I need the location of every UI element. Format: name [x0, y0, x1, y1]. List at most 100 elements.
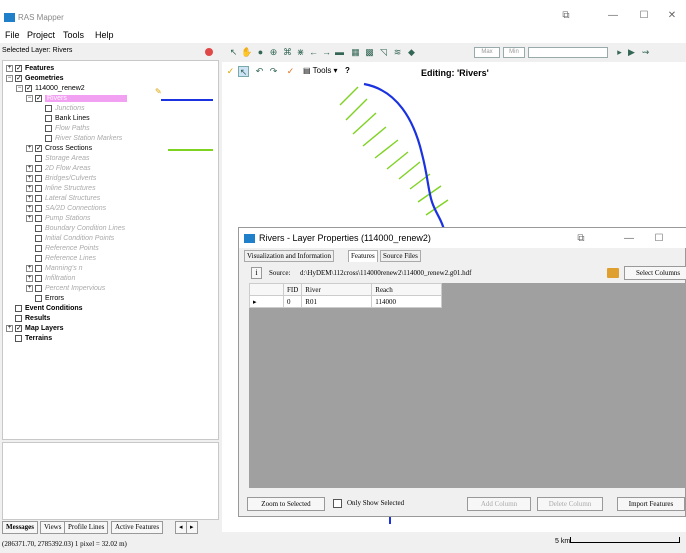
- layer-checkbox[interactable]: ✓: [15, 74, 22, 82]
- layer-checkbox[interactable]: [35, 294, 42, 302]
- tree-item[interactable]: − ✓ 114000_renew2: [3, 84, 85, 94]
- restore-icon[interactable]: ⧉: [556, 8, 576, 24]
- layer-checkbox[interactable]: [35, 164, 42, 172]
- expand-toggle-icon[interactable]: +: [26, 174, 33, 182]
- expand-toggle-icon[interactable]: +: [26, 144, 33, 152]
- step-icon[interactable]: ▸: [614, 47, 625, 58]
- select-columns-button[interactable]: Select Columns: [624, 266, 686, 280]
- layer-checkbox[interactable]: [35, 274, 42, 282]
- layer-checkbox[interactable]: ✓: [35, 144, 42, 152]
- tab-profile-lines[interactable]: Profile Lines: [64, 521, 109, 534]
- tree-item[interactable]: Storage Areas: [3, 154, 90, 164]
- folder-icon[interactable]: [607, 268, 619, 278]
- tree-item[interactable]: Reference Lines: [3, 254, 96, 264]
- tree-item[interactable]: Bank Lines: [3, 114, 90, 124]
- tree-item[interactable]: Reference Points: [3, 244, 99, 254]
- column-header[interactable]: FID: [282, 283, 303, 296]
- dialog-restore-icon[interactable]: ⧉: [571, 231, 591, 247]
- select-arrow-icon[interactable]: ↖: [238, 66, 249, 77]
- expand-toggle-icon[interactable]: −: [6, 74, 13, 82]
- undo-icon[interactable]: ↶: [254, 66, 265, 77]
- profile-icon[interactable]: ▦: [350, 47, 361, 58]
- maximize-button[interactable]: ☐: [634, 8, 654, 24]
- plot-icon[interactable]: ◹: [378, 47, 389, 58]
- layer-checkbox[interactable]: [35, 214, 42, 222]
- table-row[interactable]: ▸ 0 R01 114000: [249, 295, 443, 308]
- add-column-button[interactable]: Add Column: [467, 497, 531, 511]
- layer-checkbox[interactable]: [45, 134, 52, 142]
- stop-editing-icon[interactable]: [205, 48, 213, 56]
- max-field[interactable]: Max: [474, 47, 500, 58]
- min-field[interactable]: Min: [503, 47, 525, 58]
- tree-item[interactable]: + ✓ Map Layers: [3, 324, 64, 334]
- speed-icon[interactable]: ⇝: [640, 47, 651, 58]
- tab-views[interactable]: Views: [40, 521, 66, 534]
- help-button[interactable]: ?: [345, 66, 350, 75]
- expand-toggle-icon[interactable]: +: [26, 264, 33, 272]
- tree-item[interactable]: + Infiltration: [3, 274, 75, 284]
- tab-scroll-left[interactable]: ◂: [175, 521, 187, 534]
- expand-toggle-icon[interactable]: −: [26, 94, 33, 102]
- expand-toggle-icon[interactable]: +: [26, 214, 33, 222]
- pointer-icon[interactable]: ↖: [228, 47, 239, 58]
- row-selector[interactable]: ▸: [249, 295, 284, 308]
- time-slider[interactable]: [528, 47, 608, 58]
- tree-item[interactable]: Errors: [3, 294, 64, 304]
- expand-toggle-icon[interactable]: +: [26, 274, 33, 282]
- layer-checkbox[interactable]: ✓: [15, 324, 22, 332]
- import-features-button[interactable]: Import Features: [617, 497, 685, 511]
- tree-item[interactable]: Initial Condition Points: [3, 234, 114, 244]
- tree-item[interactable]: + Percent Impervious: [3, 284, 105, 294]
- tree-item[interactable]: + Bridges/Culverts: [3, 174, 96, 184]
- layer-checkbox[interactable]: ✓: [25, 84, 32, 92]
- layer-checkbox[interactable]: [35, 284, 42, 292]
- layer-checkbox[interactable]: [35, 204, 42, 212]
- back-arrow-icon[interactable]: ←: [308, 47, 319, 58]
- layer-checkbox[interactable]: [15, 334, 22, 342]
- layer-checkbox[interactable]: [35, 254, 42, 262]
- delete-column-button[interactable]: Delete Column: [537, 497, 603, 511]
- table-cell[interactable]: 114000: [371, 295, 443, 308]
- column-header[interactable]: [249, 283, 284, 296]
- tree-item[interactable]: + Lateral Structures: [3, 194, 100, 204]
- layer-checkbox[interactable]: [35, 244, 42, 252]
- close-button[interactable]: ✕: [662, 8, 682, 24]
- tree-item[interactable]: + Pump Stations: [3, 214, 91, 224]
- layer-checkbox[interactable]: [35, 174, 42, 182]
- menu-file[interactable]: File: [5, 30, 20, 40]
- measure-icon[interactable]: ▬: [334, 47, 345, 58]
- tree-item[interactable]: + Manning's n: [3, 264, 83, 274]
- forward-arrow-icon[interactable]: →: [321, 47, 332, 58]
- tree-item[interactable]: Results: [3, 314, 50, 324]
- zoom-to-selected-button[interactable]: Zoom to Selected: [247, 497, 325, 511]
- edit-polyline-icon[interactable]: ✓: [285, 66, 296, 77]
- layer-checkbox[interactable]: [35, 224, 42, 232]
- tree-item[interactable]: Flow Paths: [3, 124, 90, 134]
- draw-check-icon[interactable]: ✓: [225, 66, 236, 77]
- expand-toggle-icon[interactable]: +: [26, 204, 33, 212]
- zoom-extent-icon[interactable]: ⌘: [282, 47, 293, 58]
- table-cell[interactable]: R01: [301, 295, 373, 308]
- tab-features[interactable]: Features: [348, 250, 378, 262]
- layer-checkbox[interactable]: ✓: [15, 64, 22, 72]
- column-header[interactable]: River: [301, 283, 373, 296]
- tree-item[interactable]: River Station Markers: [3, 134, 122, 144]
- expand-toggle-icon[interactable]: +: [6, 64, 13, 72]
- expand-toggle-icon[interactable]: +: [26, 184, 33, 192]
- dialog-minimize-button[interactable]: —: [619, 231, 639, 247]
- layer-checkbox[interactable]: [35, 194, 42, 202]
- tree-item[interactable]: Event Conditions: [3, 304, 83, 314]
- tab-source-files[interactable]: Source Files: [380, 250, 421, 262]
- river-icon[interactable]: ≋: [392, 47, 403, 58]
- tree-item[interactable]: Terrains: [3, 334, 52, 344]
- layer-checkbox[interactable]: [45, 124, 52, 132]
- expand-toggle-icon[interactable]: +: [6, 324, 13, 332]
- layer-checkbox[interactable]: [45, 114, 52, 122]
- tree-item[interactable]: + ✓ Features: [3, 64, 54, 74]
- tab-messages[interactable]: Messages: [2, 521, 38, 534]
- tree-item[interactable]: +2D Flow Areas: [3, 164, 91, 174]
- tree-item[interactable]: + ✓ Cross Sections: [3, 144, 92, 154]
- layer-checkbox[interactable]: [45, 104, 52, 112]
- only-show-selected-checkbox[interactable]: [333, 499, 342, 508]
- grid-icon[interactable]: ▩: [364, 47, 375, 58]
